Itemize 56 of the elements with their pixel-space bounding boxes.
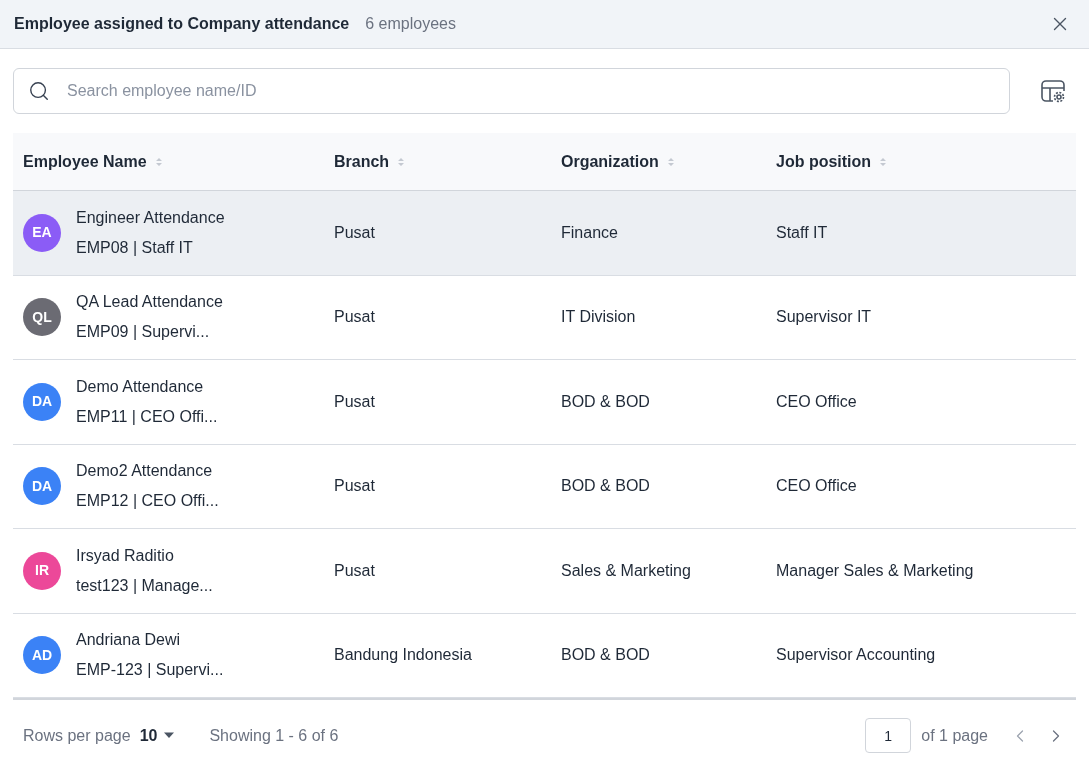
employee-name: Demo2 Attendance xyxy=(76,461,214,482)
rows-per-page-dropdown[interactable]: 10 xyxy=(139,723,176,748)
table-cell: Supervisor IT xyxy=(776,308,872,326)
column-header[interactable]: Branch xyxy=(334,149,390,174)
employee-id: EMP08 | Staff IT xyxy=(76,237,194,258)
sort-icon[interactable] xyxy=(154,155,163,168)
table-cell: Pusat xyxy=(334,477,375,495)
sort-icon[interactable] xyxy=(397,155,406,168)
column-header[interactable]: Job position xyxy=(776,149,872,174)
avatar: DA xyxy=(23,382,61,421)
sort-icon[interactable] xyxy=(666,155,675,168)
employee-id: EMP12 | CEO Offi... xyxy=(76,491,219,512)
table-cell: Pusat xyxy=(334,223,375,241)
table-cell: BOD & BOD xyxy=(561,646,650,664)
table-cell: Manager Sales & Marketing xyxy=(776,561,974,579)
avatar: QL xyxy=(23,298,61,337)
employee-name: Demo Attendance xyxy=(76,376,205,397)
table-settings-icon xyxy=(1039,77,1067,105)
table-cell: Supervisor Accounting xyxy=(776,646,936,664)
employee-name: Engineer Attendance xyxy=(76,207,225,228)
table-cell: Pusat xyxy=(334,308,375,326)
avatar: AD xyxy=(23,636,61,675)
table-cell: Staff IT xyxy=(776,223,828,241)
employee-id: test123 | Manage... xyxy=(76,575,213,596)
avatar: DA xyxy=(23,467,61,506)
dialog-title: Employee assigned to Company attendance xyxy=(14,14,350,34)
table-cell: Bandung Indonesia xyxy=(334,646,472,664)
avatar: IR xyxy=(23,551,61,590)
search-field[interactable]: Search employee name/ID xyxy=(13,68,1010,114)
table-cell: Pusat xyxy=(334,392,375,410)
employee-name: Irsyad Raditio xyxy=(76,545,175,566)
table-cell: CEO Office xyxy=(776,392,857,410)
employee-id: EMP11 | CEO Offi... xyxy=(76,406,218,427)
table-cell: BOD & BOD xyxy=(561,392,650,410)
avatar: EA xyxy=(23,213,61,252)
table-cell: CEO Office xyxy=(776,477,857,495)
search-icon xyxy=(28,80,50,102)
employee-name: Andriana Dewi xyxy=(76,630,182,651)
table-cell: IT Division xyxy=(561,308,636,326)
column-header[interactable]: Organization xyxy=(561,149,659,174)
rows-per-page-label: Rows per page xyxy=(23,725,131,746)
caret-icon xyxy=(163,732,176,739)
sort-icon[interactable] xyxy=(879,155,888,168)
showing-range: Showing 1 - 6 of 6 xyxy=(209,725,339,746)
table-cell: BOD & BOD xyxy=(561,477,650,495)
employee-id: EMP09 | Supervi... xyxy=(76,322,211,343)
column-header[interactable]: Employee Name xyxy=(23,149,147,174)
table-cell: Finance xyxy=(561,223,618,241)
employee-name: QA Lead Attendance xyxy=(76,292,223,313)
employee-id: EMP-123 | Supervi... xyxy=(76,660,224,681)
page-count: of 1 page xyxy=(921,725,988,746)
table-cell: Sales & Marketing xyxy=(561,561,691,579)
table-row[interactable]: EA Engineer Attendance EMP08 | Staff IT Pusat Finance Staff IT xyxy=(13,191,1076,276)
page-input[interactable]: 1 xyxy=(865,718,912,753)
table-cell: Pusat xyxy=(334,561,375,579)
employee-count: 6 employees xyxy=(365,14,456,34)
